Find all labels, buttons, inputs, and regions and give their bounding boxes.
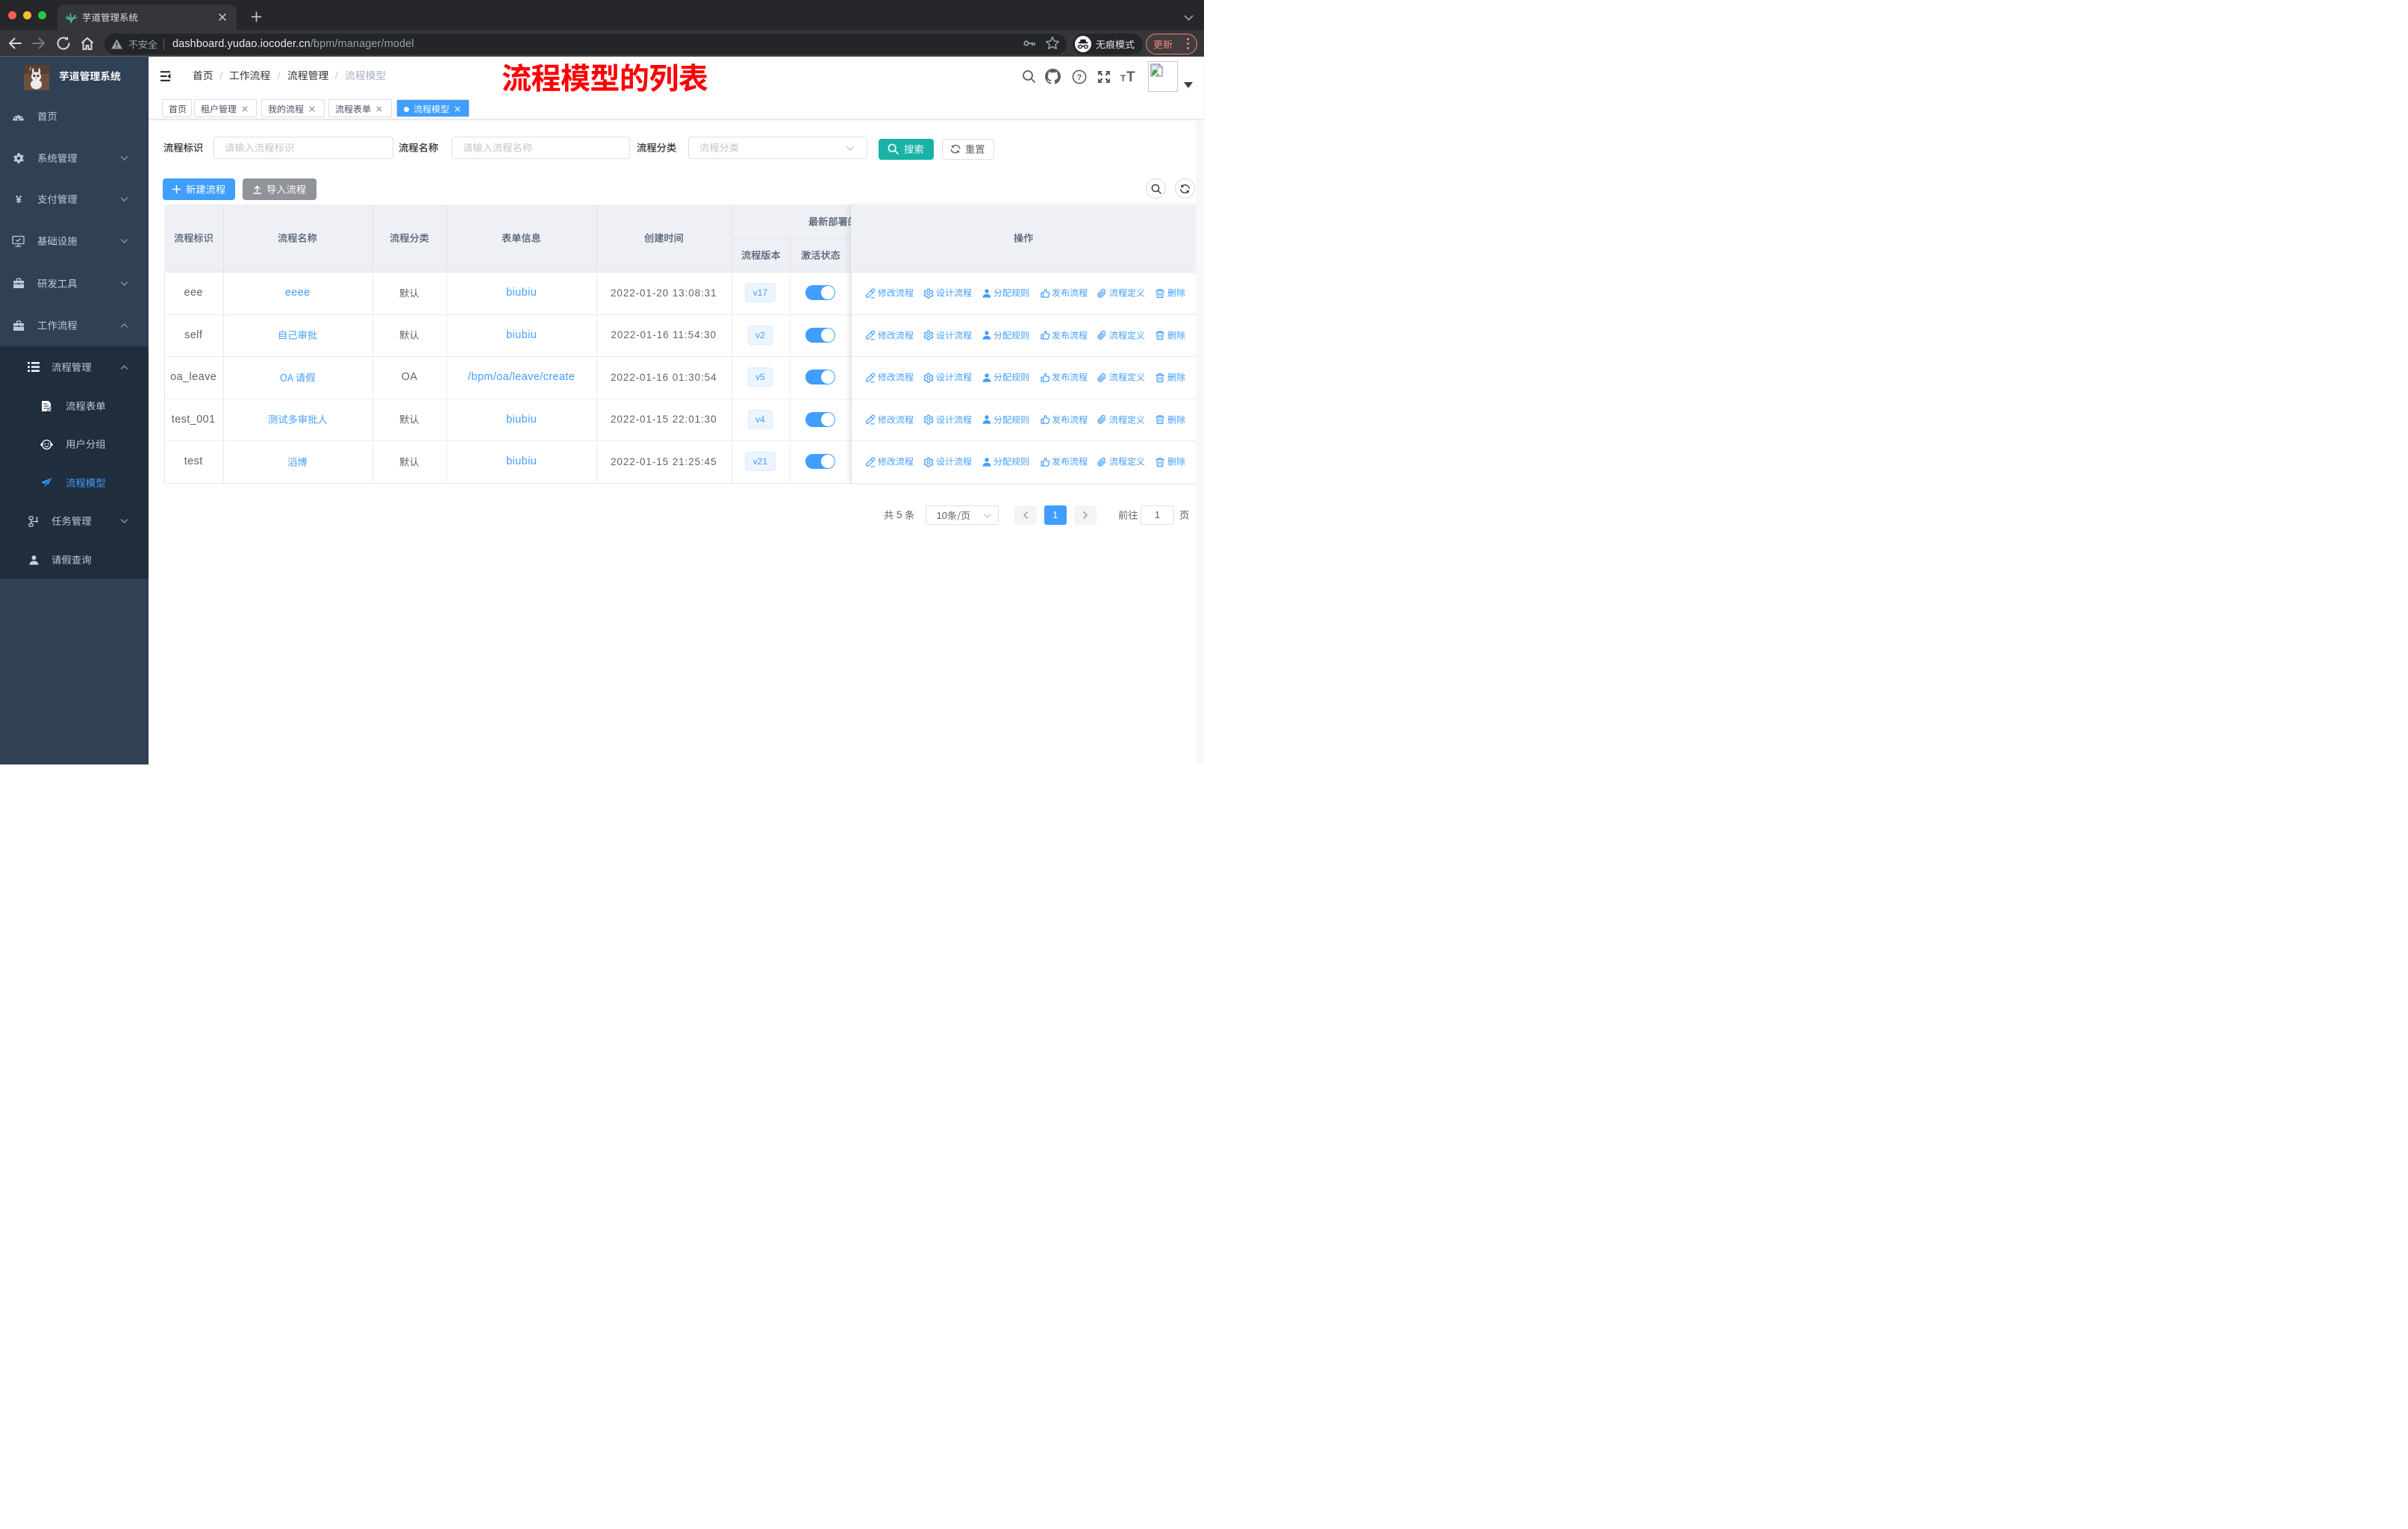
svg-text:?: ? bbox=[1076, 73, 1082, 82]
svg-text:T: T bbox=[1126, 69, 1135, 84]
svg-text:T: T bbox=[1120, 73, 1126, 84]
